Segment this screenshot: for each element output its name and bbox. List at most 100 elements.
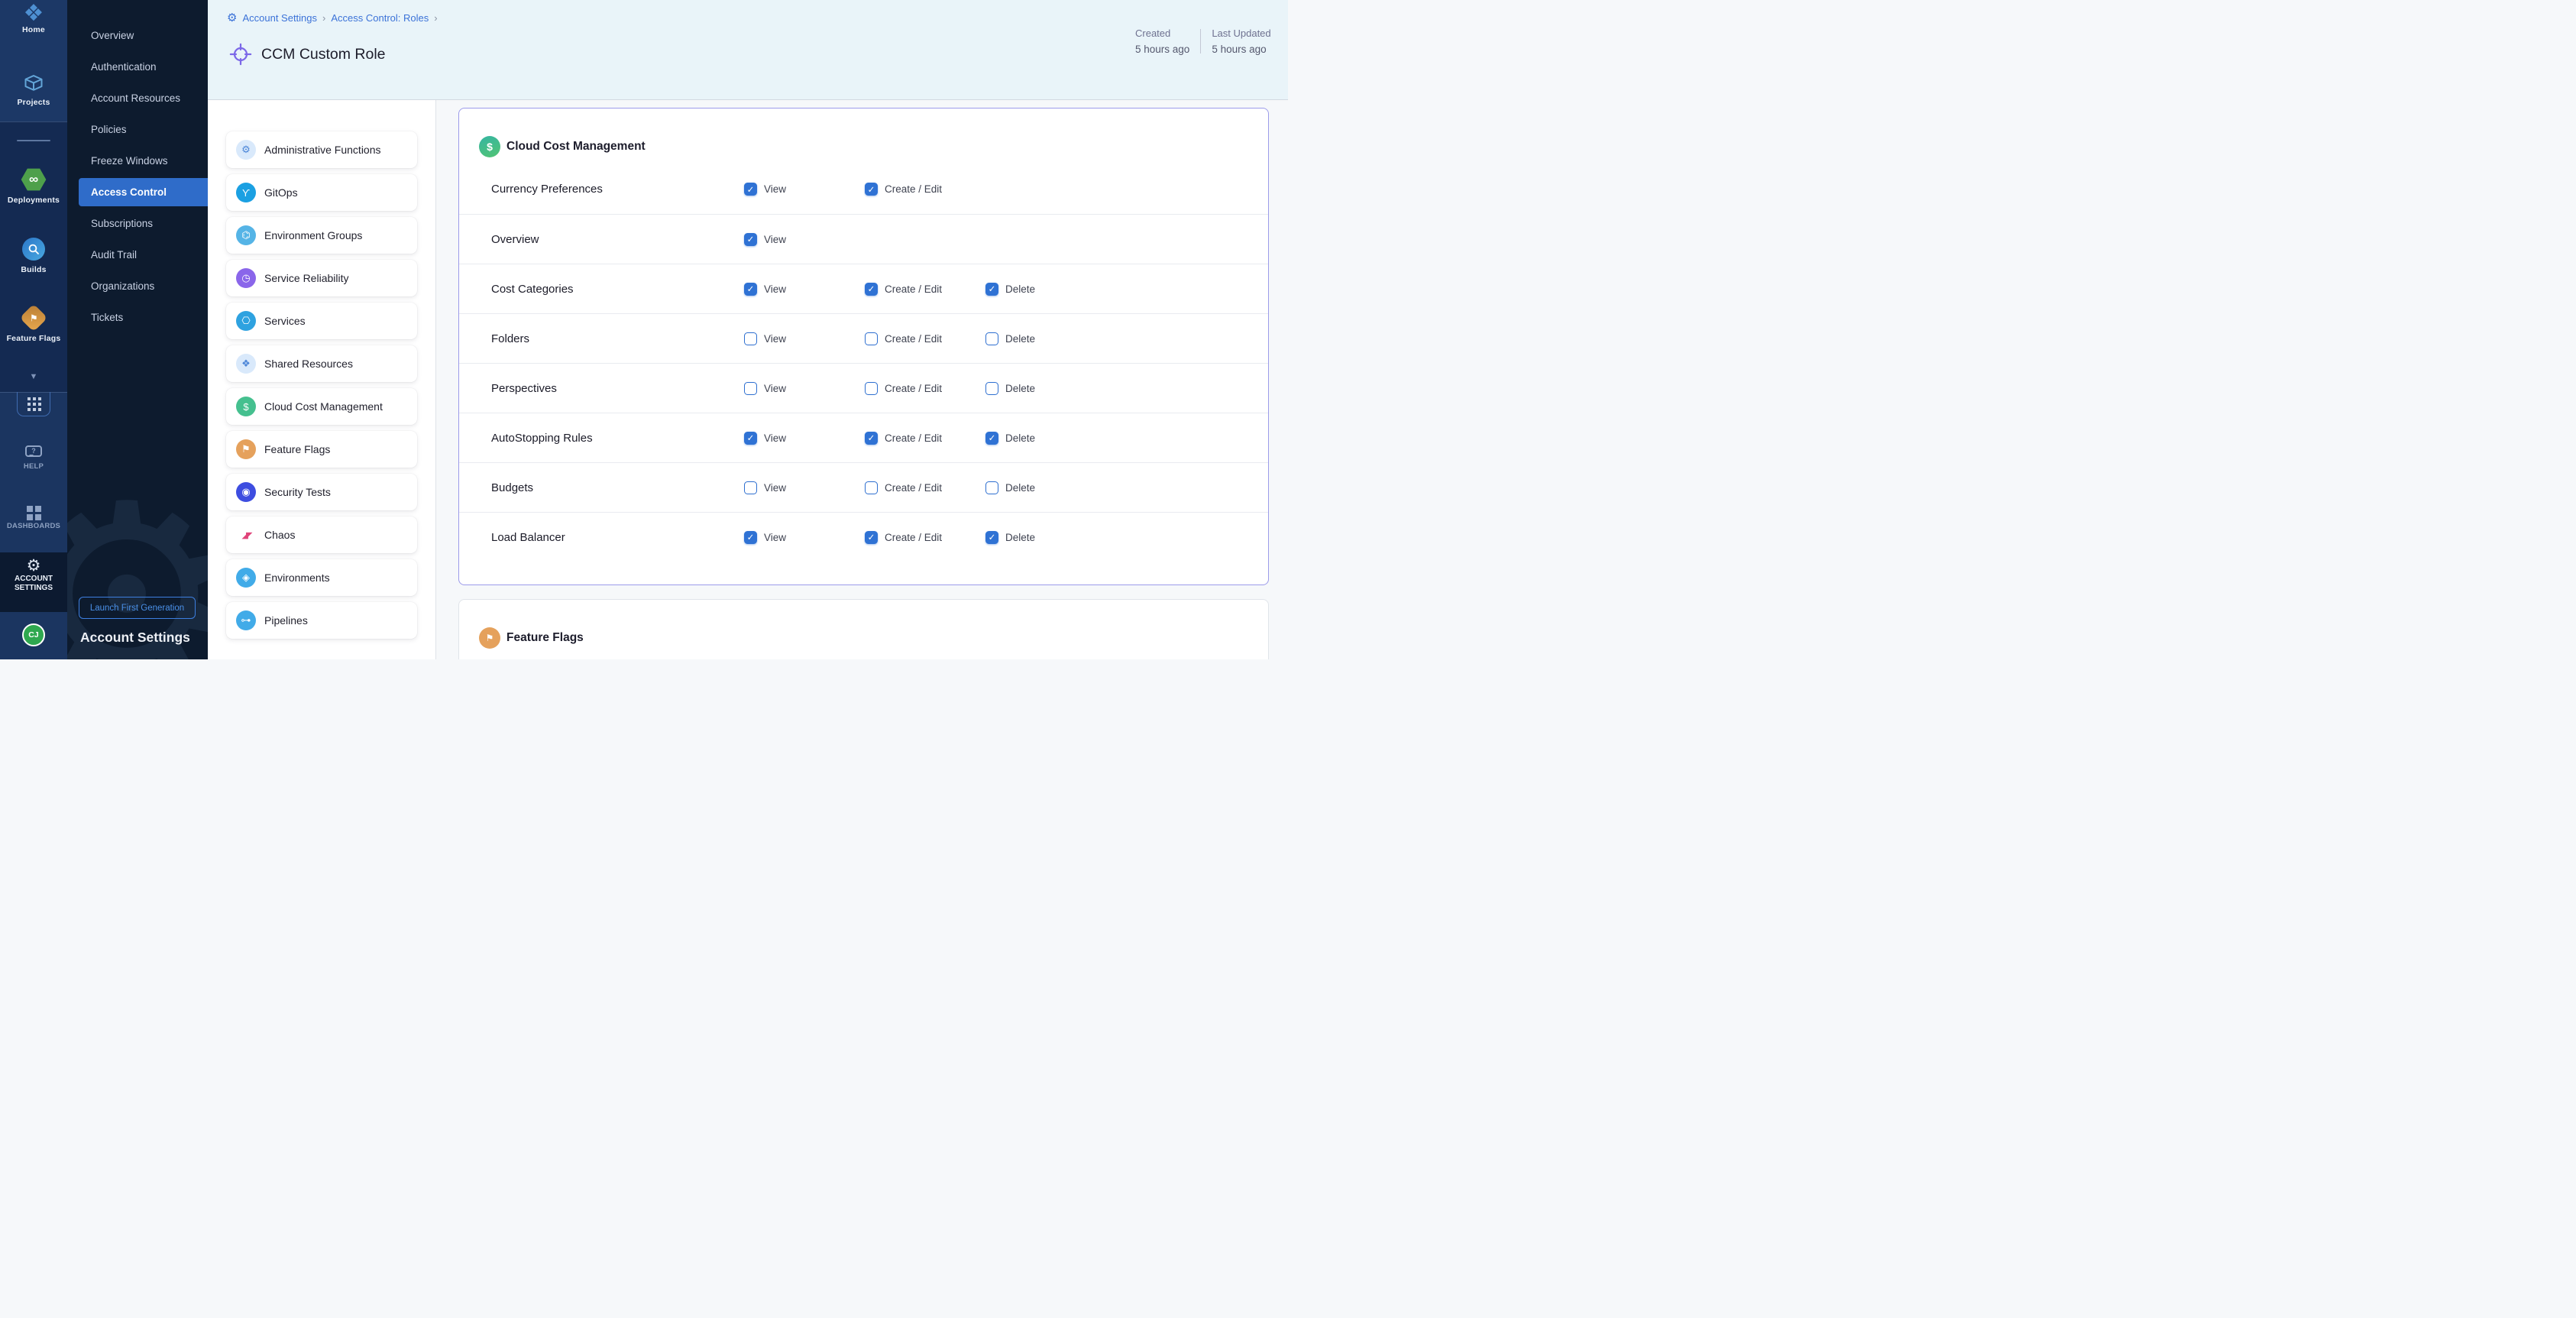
checked-checkbox-view[interactable]: ✓ — [744, 183, 757, 196]
chaos-icon: ◢◤ — [236, 525, 256, 545]
permission-checkbox-group[interactable]: ✓ Create / Edit — [865, 183, 942, 196]
permission-checkbox-group[interactable]: ✓ Delete — [985, 332, 1035, 345]
permission-checkbox-group[interactable]: ✓ View — [744, 481, 786, 494]
unchecked-checkbox-create-edit[interactable]: ✓ — [865, 332, 878, 345]
unchecked-checkbox-create-edit[interactable]: ✓ — [865, 382, 878, 395]
nav-feature-flags[interactable]: ⚑ Feature Flags — [0, 306, 67, 343]
category-service-reliability[interactable]: ◷ Service Reliability — [226, 260, 417, 296]
permission-checkbox-group[interactable]: ✓ View — [744, 382, 786, 395]
sidebar-item-subscriptions[interactable]: Subscriptions — [67, 208, 208, 239]
checked-checkbox-view[interactable]: ✓ — [744, 531, 757, 544]
checked-checkbox-create-edit[interactable]: ✓ — [865, 183, 878, 196]
unchecked-checkbox-delete[interactable]: ✓ — [985, 382, 998, 395]
permission-checkbox-group[interactable]: ✓ Create / Edit — [865, 432, 942, 445]
nav-help[interactable]: ? HELP — [0, 445, 67, 471]
permission-checkbox-group[interactable]: ✓ Delete — [985, 432, 1035, 445]
harness-logo-icon: ❖ — [0, 2, 67, 25]
nav-projects[interactable]: Projects — [0, 73, 67, 107]
permission-checkbox-group[interactable]: ✓ View — [744, 183, 786, 196]
permission-checkbox-group[interactable]: ✓ View — [744, 283, 786, 296]
unchecked-checkbox-view[interactable]: ✓ — [744, 332, 757, 345]
sidebar-item-audit-trail[interactable]: Audit Trail — [67, 239, 208, 270]
cloud-cost-management-panel: $ Cloud Cost Management Currency Prefere… — [458, 108, 1269, 585]
category-security-tests[interactable]: ◉ Security Tests — [226, 474, 417, 510]
module-rail: ❖ Home Projects ∞ Deployments Buil — [0, 0, 67, 659]
dashboards-grid-icon — [27, 506, 33, 512]
checked-checkbox-view[interactable]: ✓ — [744, 283, 757, 296]
checked-checkbox-view[interactable]: ✓ — [744, 233, 757, 246]
sidebar-item-authentication[interactable]: Authentication — [67, 51, 208, 83]
breadcrumb-access-control-roles[interactable]: Access Control: Roles — [331, 12, 429, 24]
checked-checkbox-create-edit[interactable]: ✓ — [865, 283, 878, 296]
module-selector-button[interactable] — [17, 392, 50, 416]
permission-checkbox-group[interactable]: ✓ Delete — [985, 382, 1035, 395]
sidebar-item-access-control[interactable]: Access Control — [67, 176, 208, 208]
permission-checkbox-group[interactable]: ✓ Delete — [985, 283, 1035, 296]
unchecked-checkbox-delete[interactable]: ✓ — [985, 481, 998, 494]
permission-checkbox-group[interactable]: ✓ View — [744, 531, 786, 544]
sidebar-item-overview[interactable]: Overview — [67, 20, 208, 51]
checked-checkbox-delete[interactable]: ✓ — [985, 283, 998, 296]
page-header: ⚙ Account Settings › Access Control: Rol… — [208, 0, 1288, 100]
category-environment-groups[interactable]: ⌬ Environment Groups — [226, 217, 417, 254]
checked-checkbox-create-edit[interactable]: ✓ — [865, 531, 878, 544]
nav-account-settings[interactable]: ⚙ ACCOUNT SETTINGS — [0, 558, 67, 593]
unchecked-checkbox-view[interactable]: ✓ — [744, 382, 757, 395]
avatar[interactable]: CJ — [22, 623, 45, 646]
permission-label: View — [764, 283, 786, 295]
category-feature-flags[interactable]: ⚑ Feature Flags — [226, 431, 417, 468]
checked-checkbox-delete[interactable]: ✓ — [985, 432, 998, 445]
permission-checkbox-group[interactable]: ✓ Delete — [985, 481, 1035, 494]
permission-checkbox-group[interactable]: ✓ View — [744, 332, 786, 345]
check-icon: ✓ — [868, 283, 875, 294]
category-cloud-cost-management[interactable]: $ Cloud Cost Management — [226, 388, 417, 425]
category-shared-resources[interactable]: ❖ Shared Resources — [226, 345, 417, 382]
category-administrative-functions[interactable]: ⚙ Administrative Functions — [226, 131, 417, 168]
nav-home[interactable]: ❖ Home — [0, 2, 67, 34]
cloud-dollar-icon: $ — [479, 136, 500, 157]
permission-checkbox-group[interactable]: ✓ Delete — [985, 531, 1035, 544]
nav-help-label: HELP — [0, 462, 67, 471]
permission-checkbox-group[interactable]: ✓ View — [744, 432, 786, 445]
nav-deployments[interactable]: ∞ Deployments — [0, 167, 67, 205]
nav-builds[interactable]: Builds — [0, 238, 67, 274]
sidebar-item-freeze-windows[interactable]: Freeze Windows — [67, 145, 208, 176]
category-chaos[interactable]: ◢◤ Chaos — [226, 517, 417, 553]
breadcrumb-account-settings[interactable]: Account Settings — [242, 12, 317, 24]
permission-label: View — [764, 532, 786, 543]
permission-checkbox-group[interactable]: ✓ Create / Edit — [865, 332, 942, 345]
sidebar-item-tickets[interactable]: Tickets — [67, 302, 208, 333]
permission-checkbox-group[interactable]: ✓ Create / Edit — [865, 531, 942, 544]
role-meta: Created 5 hours ago Last Updated 5 hours… — [1135, 28, 1271, 55]
launch-first-generation-button[interactable]: Launch First Generation — [79, 597, 196, 619]
service-reliability-icon: ◷ — [236, 268, 256, 288]
unchecked-checkbox-delete[interactable]: ✓ — [985, 332, 998, 345]
chevron-down-icon[interactable]: ▼ — [0, 372, 67, 381]
permission-checkbox-group[interactable]: ✓ Create / Edit — [865, 481, 942, 494]
category-services[interactable]: ⎔ Services — [226, 303, 417, 339]
permission-label: View — [764, 183, 786, 195]
sidebar-item-policies[interactable]: Policies — [67, 114, 208, 145]
updated-label: Last Updated — [1212, 28, 1270, 39]
permission-checkbox-group[interactable]: ✓ Create / Edit — [865, 283, 942, 296]
nav-dashboards[interactable]: DASHBOARDS — [0, 504, 67, 530]
unchecked-checkbox-view[interactable]: ✓ — [744, 481, 757, 494]
sidebar-item-label: Access Control — [91, 186, 167, 198]
unchecked-checkbox-create-edit[interactable]: ✓ — [865, 481, 878, 494]
checked-checkbox-delete[interactable]: ✓ — [985, 531, 998, 544]
panel-title: Cloud Cost Management — [506, 136, 646, 157]
sidebar-item-organizations[interactable]: Organizations — [67, 270, 208, 302]
permission-checkbox-group[interactable]: ✓ View — [744, 233, 786, 246]
checked-checkbox-view[interactable]: ✓ — [744, 432, 757, 445]
permission-label: Delete — [1005, 532, 1035, 543]
category-gitops[interactable]: ϒ GitOps — [226, 174, 417, 211]
projects-cube-icon — [23, 73, 44, 93]
resource-category-label: Pipelines — [264, 614, 308, 627]
user-menu[interactable]: CJ — [0, 623, 67, 646]
category-pipelines[interactable]: ⊶ Pipelines — [226, 602, 417, 639]
permission-checkbox-group[interactable]: ✓ Create / Edit — [865, 382, 942, 395]
category-environments[interactable]: ◈ Environments — [226, 559, 417, 596]
permission-row-label: Cost Categories — [491, 283, 574, 296]
checked-checkbox-create-edit[interactable]: ✓ — [865, 432, 878, 445]
sidebar-item-account-resources[interactable]: Account Resources — [67, 83, 208, 114]
